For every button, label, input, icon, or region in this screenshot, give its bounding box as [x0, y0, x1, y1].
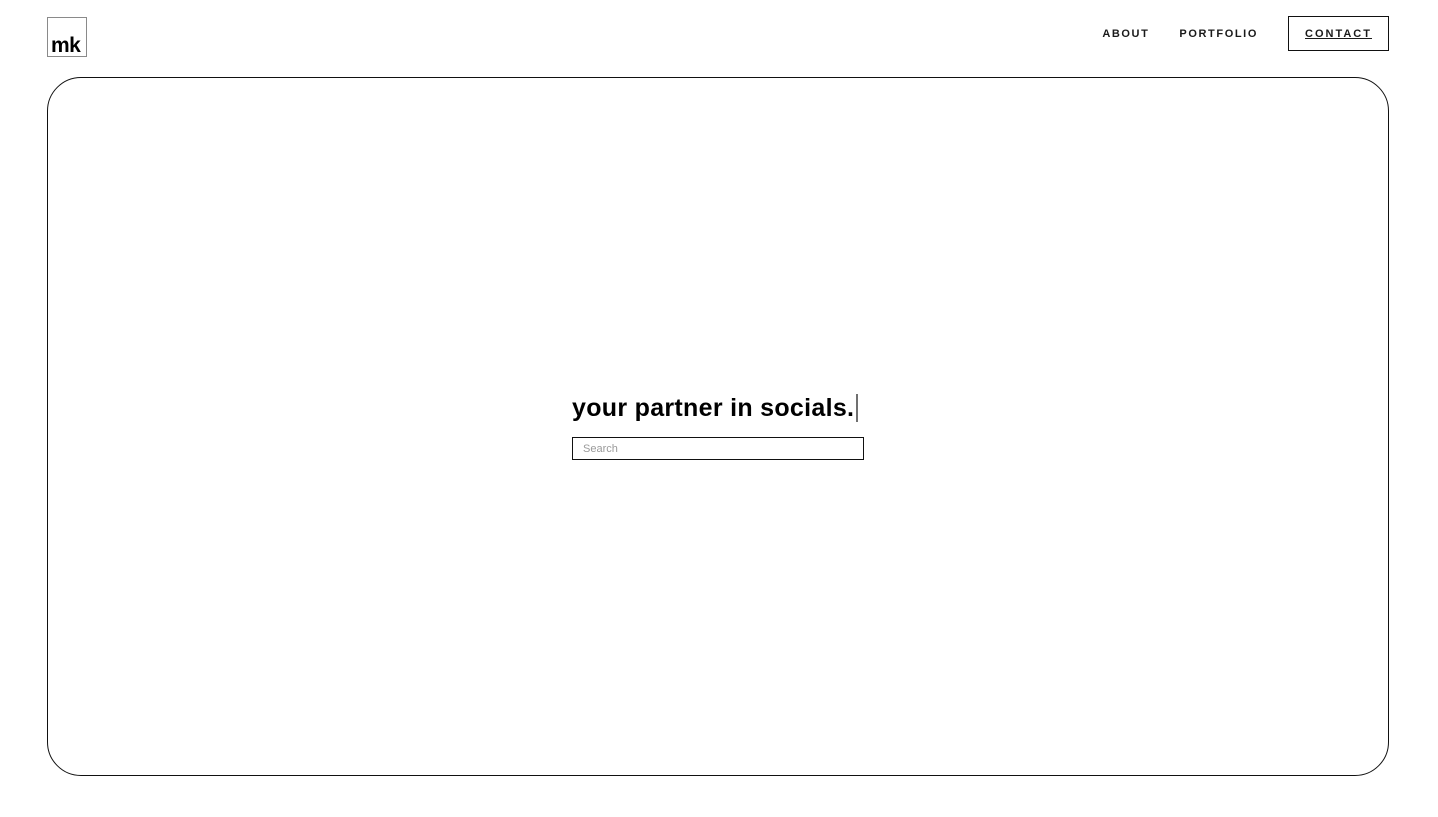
- tagline-row: your partner in socials.: [572, 392, 865, 424]
- nav-about-link[interactable]: ABOUT: [1102, 28, 1149, 40]
- logo[interactable]: mk: [47, 17, 87, 57]
- main-nav: ABOUT PORTFOLIO CONTACT: [1102, 16, 1389, 51]
- hero-panel: your partner in socials.: [47, 77, 1389, 776]
- contact-button[interactable]: CONTACT: [1288, 16, 1389, 51]
- hero-tagline: your partner in socials.: [572, 393, 855, 422]
- hero-content: your partner in socials.: [572, 392, 865, 460]
- typing-cursor: [856, 394, 859, 422]
- nav-portfolio-link[interactable]: PORTFOLIO: [1179, 28, 1258, 40]
- logo-text: mk: [51, 34, 81, 57]
- search-input[interactable]: [572, 437, 864, 460]
